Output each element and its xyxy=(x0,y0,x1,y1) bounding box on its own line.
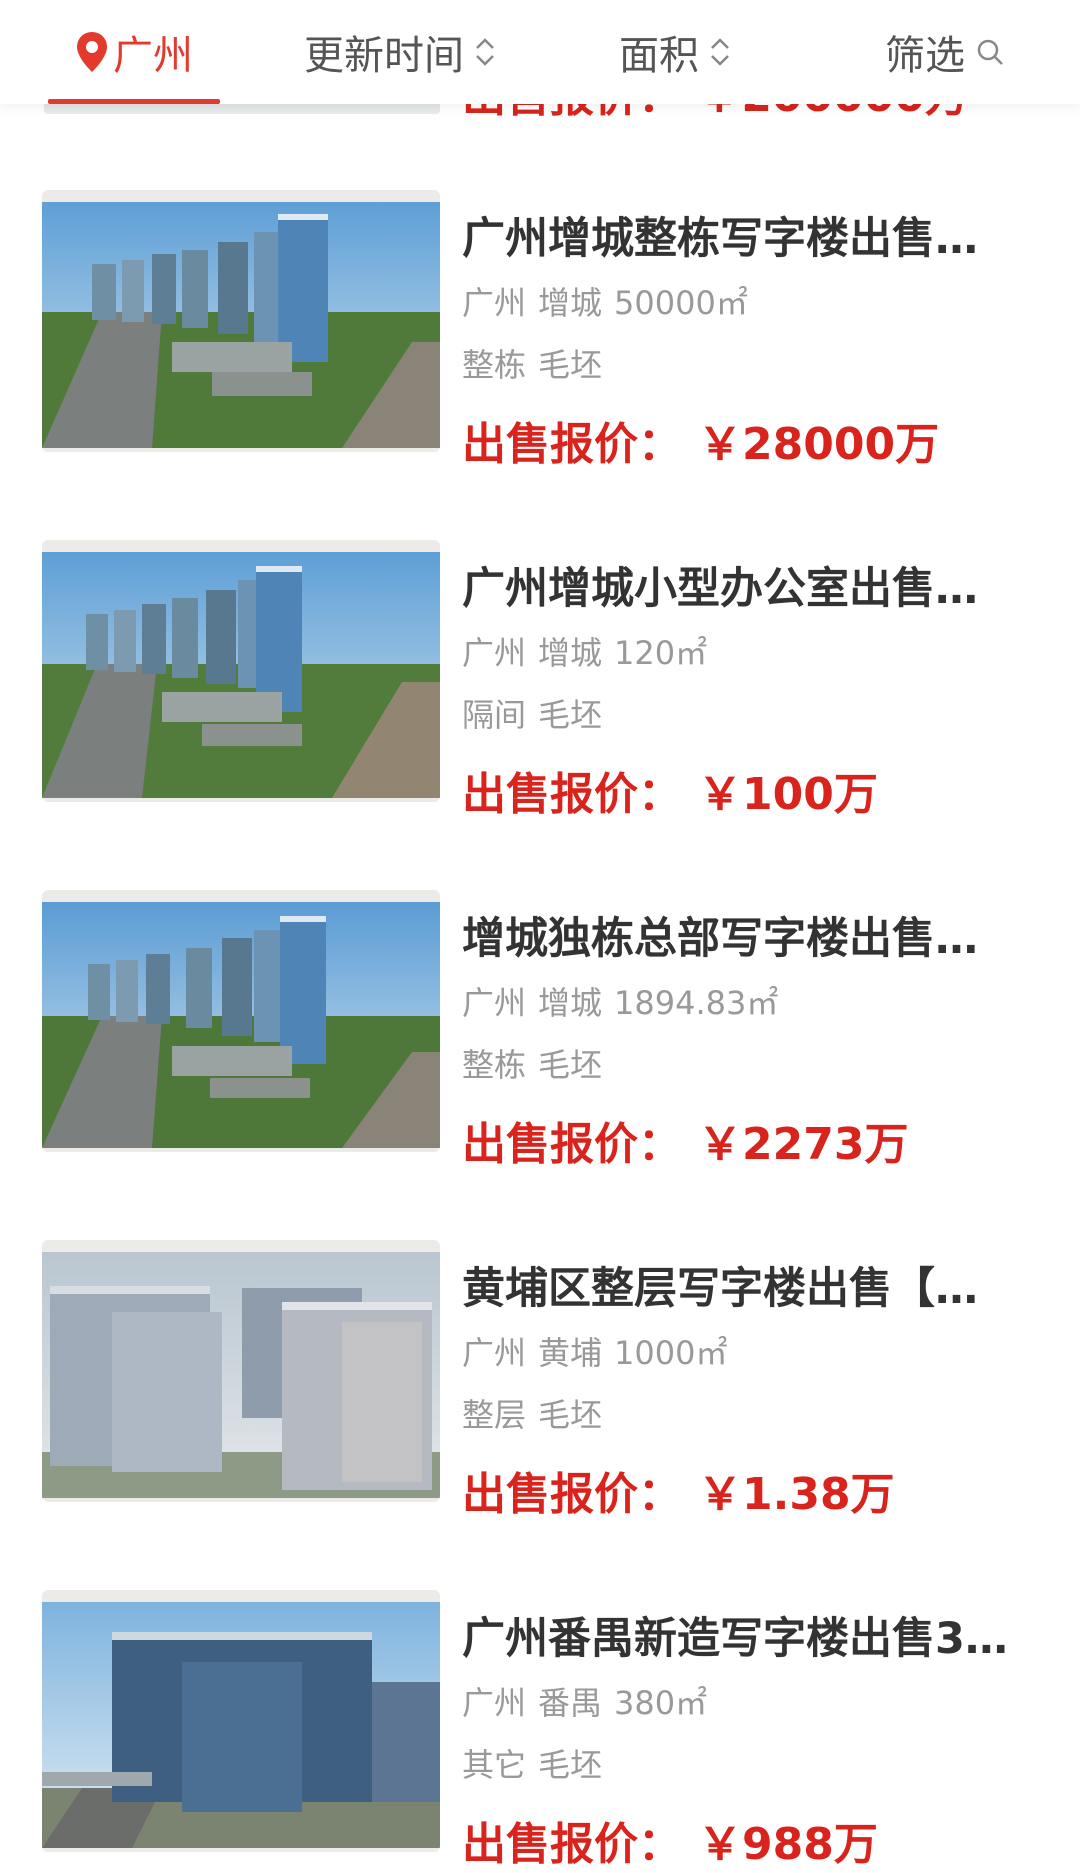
listing-location-area: 广州 番禺 380㎡ xyxy=(462,1678,707,1724)
price-value: ￥100万 xyxy=(698,769,878,820)
listing-title[interactable]: 广州增城整栋写字楼出售… xyxy=(462,204,1022,266)
listing-layout: 隔间 xyxy=(462,696,527,734)
listing-area: 50000㎡ xyxy=(614,284,748,322)
listing-title[interactable]: 广州增城小型办公室出售… xyxy=(462,554,1022,616)
listing-title[interactable]: 增城独栋总部写字楼出售… xyxy=(462,904,1022,966)
listing-card[interactable]: 黄埔区整层写字楼出售【… 广州 黄埔 1000㎡ 整层 毛坯 出售报价： ￥1.38万 xyxy=(0,1236,1080,1546)
listing-city: 广州 xyxy=(462,284,527,322)
filter-label: 筛选 xyxy=(885,33,965,79)
listing-area: 1000㎡ xyxy=(614,1334,728,1372)
price-value: ￥28000万 xyxy=(698,419,940,470)
active-tab-indicator xyxy=(48,99,220,104)
listing-decoration: 毛坯 xyxy=(538,1746,603,1784)
listing-price: 出售报价： ￥28000万 xyxy=(462,408,939,472)
city-label: 广州 xyxy=(113,33,193,79)
listing-card[interactable]: 广州番禺新造写字楼出售3… 广州 番禺 380㎡ 其它 毛坯 出售报价： ￥988万 xyxy=(0,1586,1080,1873)
listing-card[interactable]: 广州增城小型办公室出售… 广州 增城 120㎡ 隔间 毛坯 出售报价： ￥100万 xyxy=(0,536,1080,846)
listing-layout: 整栋 xyxy=(462,1046,527,1084)
listing-photo xyxy=(42,190,440,452)
listing-location-area: 广州 黄埔 1000㎡ xyxy=(462,1328,727,1374)
listing-price: 出售报价： ￥100万 xyxy=(462,758,878,822)
listing-city: 广州 xyxy=(462,984,527,1022)
search-icon xyxy=(977,39,1003,65)
listing-title[interactable]: 广州番禺新造写字楼出售3… xyxy=(462,1604,1022,1666)
city-selector[interactable]: 广州 xyxy=(44,0,224,104)
listing-district: 增城 xyxy=(538,634,603,672)
listing-decoration: 毛坯 xyxy=(538,1046,603,1084)
sort-update-time-label: 更新时间 xyxy=(304,33,464,79)
listing-price: 出售报价： ￥2273万 xyxy=(462,1108,908,1172)
listing-decoration: 毛坯 xyxy=(538,696,603,734)
listing-location-area: 广州 增城 120㎡ xyxy=(462,628,707,674)
sort-updown-icon xyxy=(711,38,729,66)
listing-card[interactable]: 增城独栋总部写字楼出售… 广州 增城 1894.83㎡ 整栋 毛坯 出售报价： ￥227… xyxy=(0,886,1080,1196)
price-value: ￥1.38万 xyxy=(698,1469,895,1520)
listing-layout: 其它 xyxy=(462,1746,527,1784)
listing-district: 增城 xyxy=(538,284,603,322)
listing-district: 番禺 xyxy=(538,1684,603,1722)
listing-decoration: 毛坯 xyxy=(538,346,603,384)
listing-area: 1894.83㎡ xyxy=(614,984,779,1022)
listing-city: 广州 xyxy=(462,634,527,672)
listing-tags: 隔间 毛坯 xyxy=(462,690,602,736)
listing-city: 广州 xyxy=(462,1684,527,1722)
price-value: ￥988万 xyxy=(698,1819,878,1870)
listing-card[interactable]: 广州增城整栋写字楼出售… 广州 增城 50000㎡ 整栋 毛坯 出售报价： ￥28000… xyxy=(0,186,1080,496)
listing-photo xyxy=(42,1590,440,1852)
price-label: 出售报价： xyxy=(462,1119,682,1170)
listing-tags: 整层 毛坯 xyxy=(462,1390,602,1436)
filter-button[interactable]: 筛选 xyxy=(870,0,1020,104)
listing-tags: 整栋 毛坯 xyxy=(462,1040,602,1086)
listing-district: 增城 xyxy=(538,984,603,1022)
sort-update-time[interactable]: 更新时间 xyxy=(290,0,510,104)
listing-photo xyxy=(42,890,440,1152)
location-pin-icon xyxy=(77,32,107,72)
sort-area-label: 面积 xyxy=(619,33,699,79)
listing-layout: 整层 xyxy=(462,1396,527,1434)
listing-tags: 其它 毛坯 xyxy=(462,1740,602,1786)
price-label: 出售报价： xyxy=(462,1469,682,1520)
price-label: 出售报价： xyxy=(462,769,682,820)
listing-price: 出售报价： ￥988万 xyxy=(462,1808,878,1872)
listing-photo xyxy=(42,1240,440,1502)
sort-area[interactable]: 面积 xyxy=(600,0,750,104)
listing-location-area: 广州 增城 1894.83㎡ xyxy=(462,978,778,1024)
listing-title[interactable]: 黄埔区整层写字楼出售【… xyxy=(462,1254,1022,1316)
listing-tags: 整栋 毛坯 xyxy=(462,340,602,386)
sort-updown-icon xyxy=(476,38,494,66)
listing-location-area: 广州 增城 50000㎡ xyxy=(462,278,748,324)
listing-decoration: 毛坯 xyxy=(538,1396,603,1434)
listing-area: 120㎡ xyxy=(614,634,708,672)
listing-district: 黄埔 xyxy=(538,1334,603,1372)
listing-layout: 整栋 xyxy=(462,346,527,384)
filter-bar: 广州 更新时间 面积 筛选 xyxy=(0,0,1080,104)
listing-city: 广州 xyxy=(462,1334,527,1372)
price-label: 出售报价： xyxy=(462,419,682,470)
listing-photo xyxy=(42,540,440,802)
price-label: 出售报价： xyxy=(462,1819,682,1870)
listing-price: 出售报价： ￥1.38万 xyxy=(462,1458,895,1522)
listing-area: 380㎡ xyxy=(614,1684,708,1722)
price-value: ￥2273万 xyxy=(698,1119,909,1170)
